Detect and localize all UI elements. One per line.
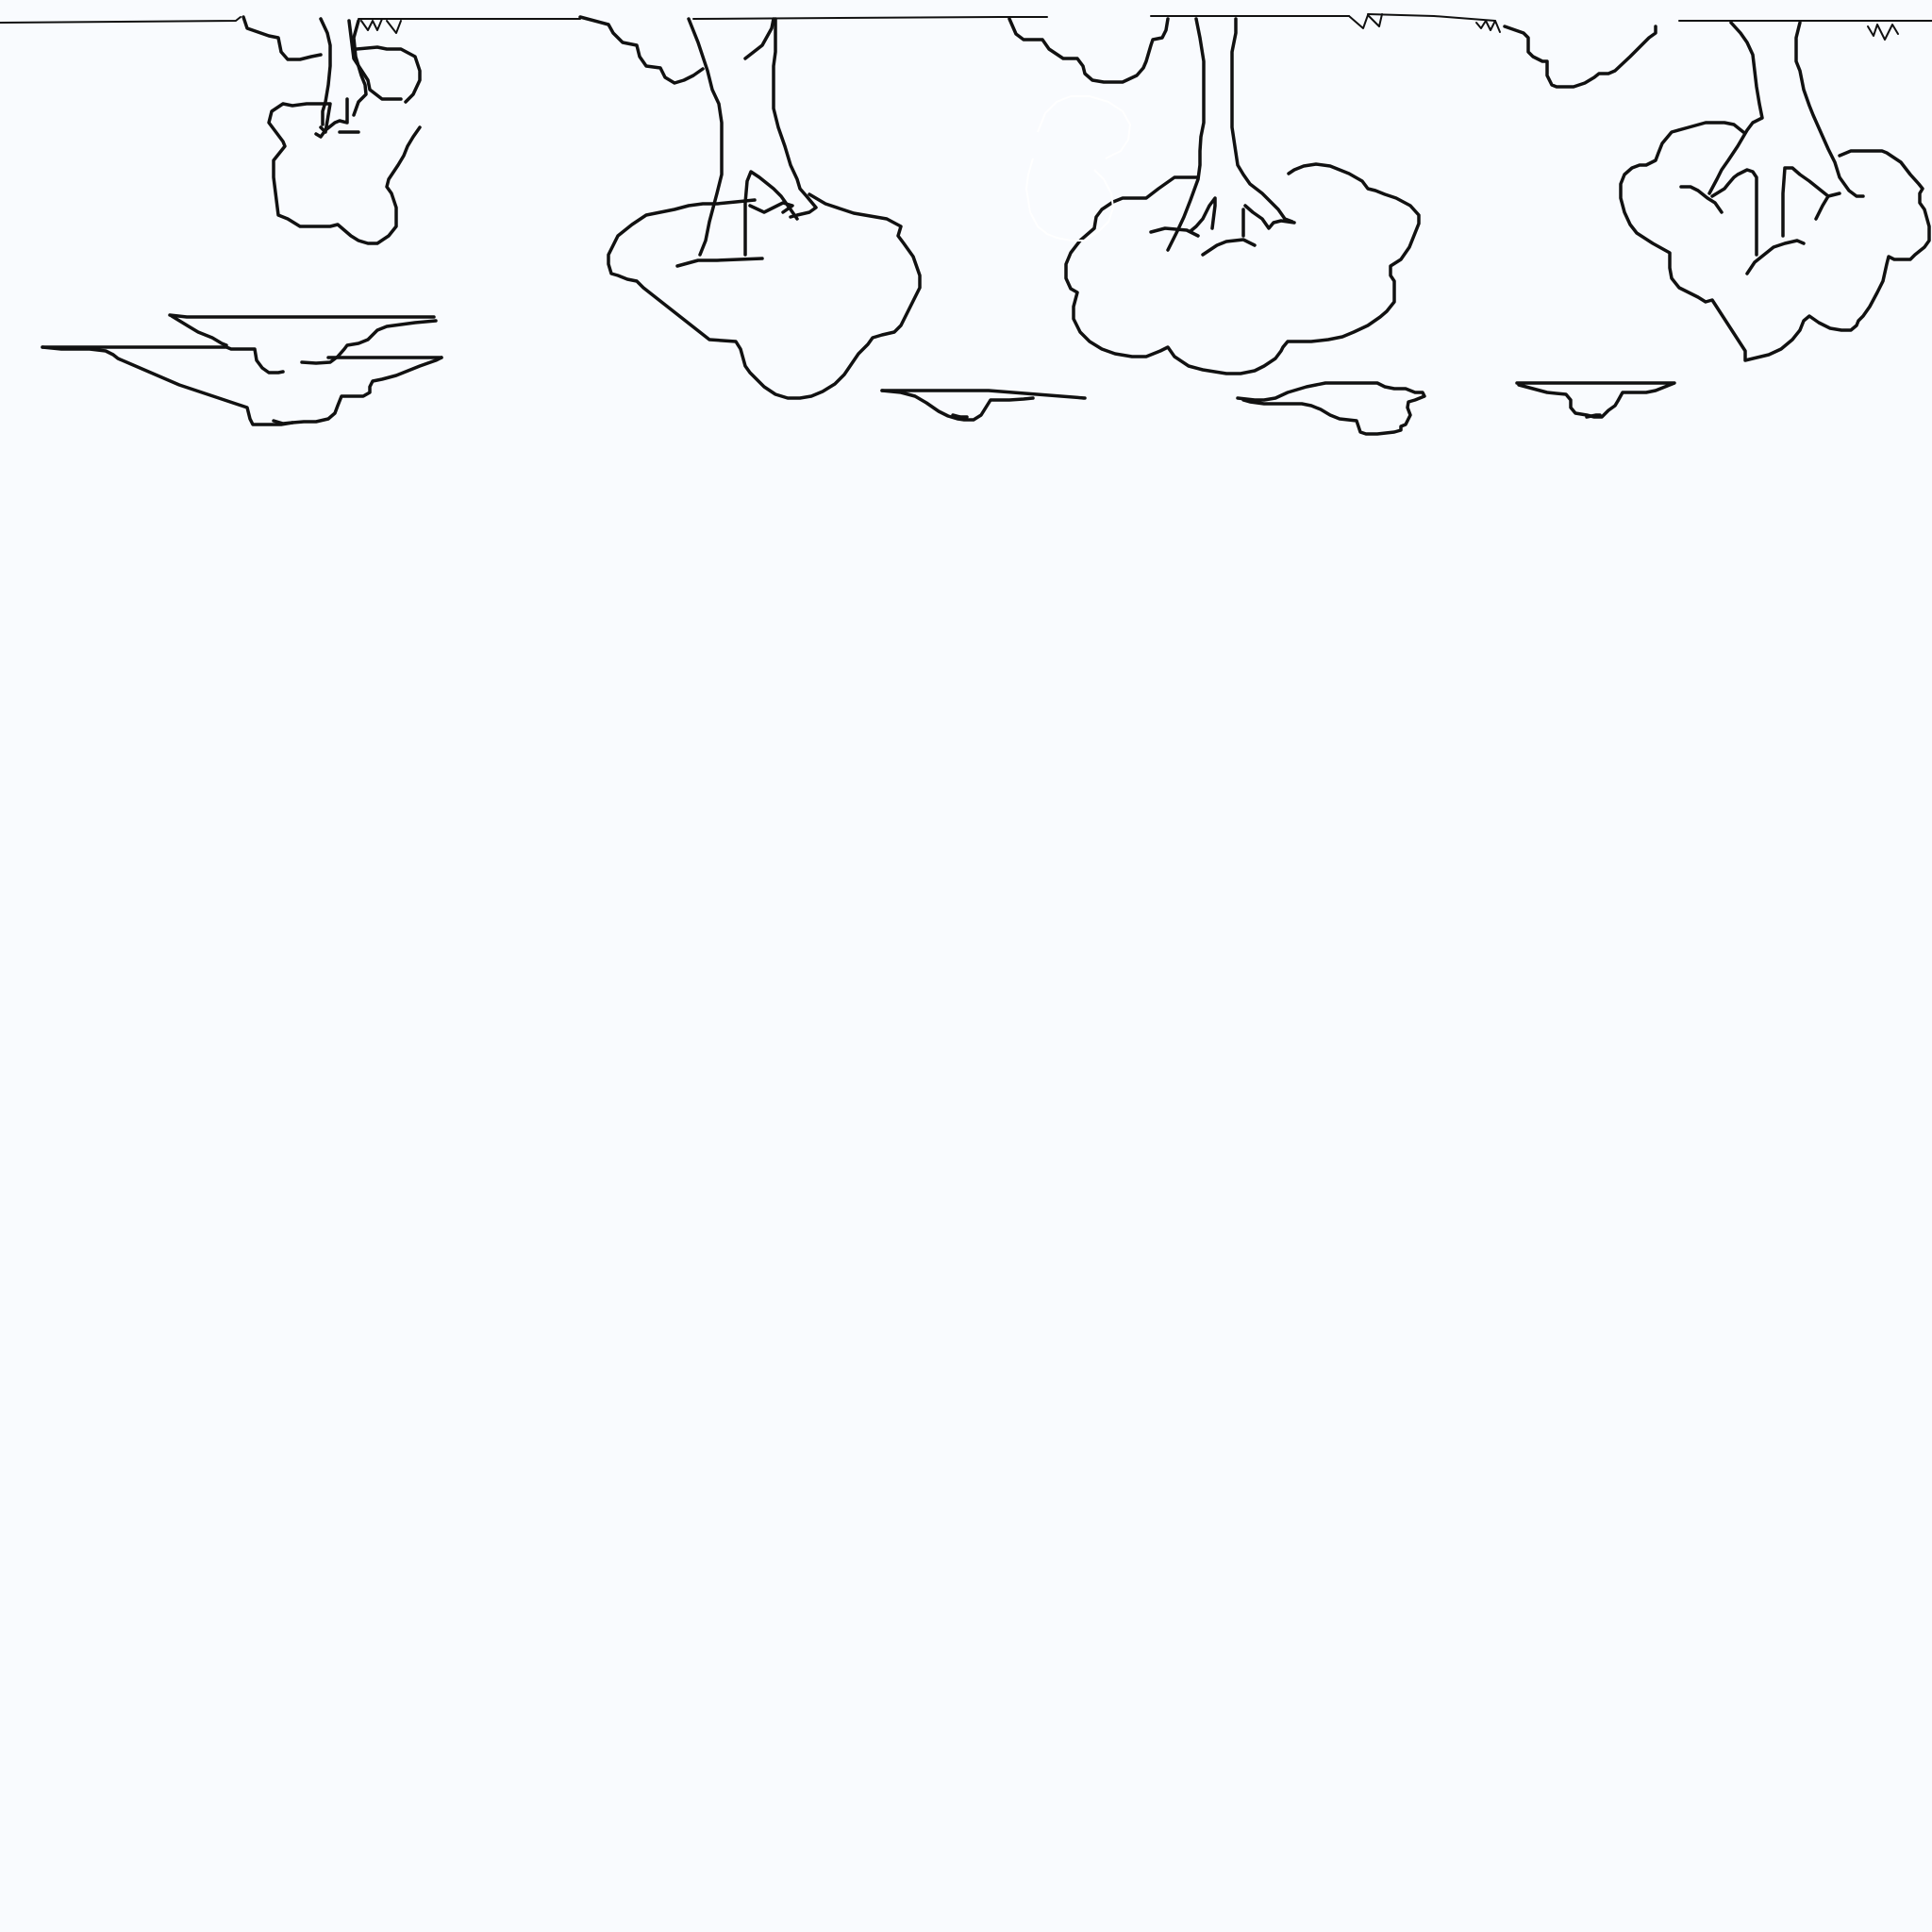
cloud-4 bbox=[1515, 381, 1676, 419]
tree-3-trunk bbox=[1149, 17, 1296, 257]
grass-tuft bbox=[1867, 24, 1899, 41]
drawing-canvas[interactable] bbox=[0, 0, 1932, 1932]
tree-4 bbox=[1503, 21, 1931, 362]
tree-3 bbox=[1008, 17, 1421, 375]
grass-tuft bbox=[360, 18, 402, 34]
grass-tuft bbox=[1475, 20, 1501, 33]
cloud-2 bbox=[880, 389, 1087, 422]
tree-1-trunk bbox=[314, 17, 368, 139]
tree-2 bbox=[578, 15, 922, 400]
tree-3-canopy bbox=[1008, 17, 1421, 375]
tree-1 bbox=[242, 15, 422, 245]
sketch-svg bbox=[0, 13, 1932, 436]
grass-tuft bbox=[1348, 13, 1383, 29]
tree-4-trunk bbox=[1679, 21, 1865, 275]
cloud-1 bbox=[41, 313, 443, 426]
tree-3-ghost-stroke bbox=[1024, 95, 1132, 242]
cloud-3 bbox=[1236, 381, 1426, 436]
tree-2-canopy bbox=[578, 15, 922, 400]
ground-line bbox=[0, 13, 1932, 41]
